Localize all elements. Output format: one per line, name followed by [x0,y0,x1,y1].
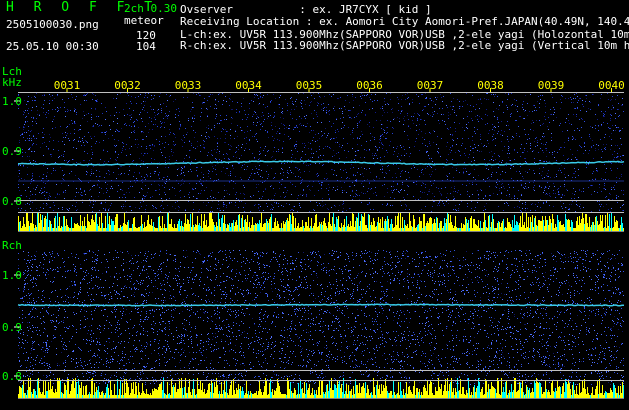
meteor-label: meteor [124,14,164,27]
carrier-trace [17,303,624,307]
lch-signal-trace [17,160,625,182]
time-marker-label: 0035 [296,79,323,92]
frequency-tick-label: 0.9 [2,321,22,334]
file-name: 2505100030.png [6,18,99,31]
rch-label: Rch [2,239,22,252]
rch-spectrogram-noise [18,250,624,385]
noise-speckle [18,250,624,385]
noise-speckle [18,250,624,385]
frequency-tick-label: 0.9 [2,145,22,158]
noise-speckle [18,250,624,385]
time-marker-label: 0031 [54,79,81,92]
frequency-tick-label: 1.0 [2,269,22,282]
rch-signal-trace [17,303,624,307]
rch-receiver-info: R-ch:ex. UV5R 113.900Mhz(SAPPORO VOR)USB… [180,39,629,52]
time-marker-label: 0032 [114,79,141,92]
frequency-tick-label: 1.0 [2,95,22,108]
time-marker-label: 0036 [356,79,383,92]
time-marker-label: 0038 [477,79,504,92]
noise-speckle [18,250,624,385]
noise-speckle [18,250,624,385]
hroft-window: 0031 0032 0033 0034 0035 0036 0037 0038 0039 0040… [0,0,629,410]
location-info: Receiving Location : ex. Aomori City Aom… [180,15,629,28]
lch-unit: kHz [2,76,22,89]
time-marker-label: 0034 [235,79,262,92]
time-marker-label: 0039 [538,79,565,92]
frequency-tick-label: 0.8 [2,195,22,208]
noise-speckle [18,250,624,385]
lch-spectrogram-noise [18,92,624,212]
date-time: 25.05.10 00:30 [6,40,99,53]
lch-meteor-count-bars [18,213,624,231]
time-markers: 0031 0032 0033 0034 0035 0036 0037 0038 0039 0040 [54,79,625,92]
frequency-tick-label: 0.8 [2,370,22,383]
time-marker-label: 0037 [417,79,444,92]
spectrogram-canvas: 0031 0032 0033 0034 0035 0036 0037 0038 0039 0040… [2,79,625,399]
time-marker-label: 0040 [598,79,625,92]
noise-speckle [18,92,622,212]
time-marker-label: 0033 [175,79,202,92]
rch-meteor-count: 104 [136,40,156,53]
